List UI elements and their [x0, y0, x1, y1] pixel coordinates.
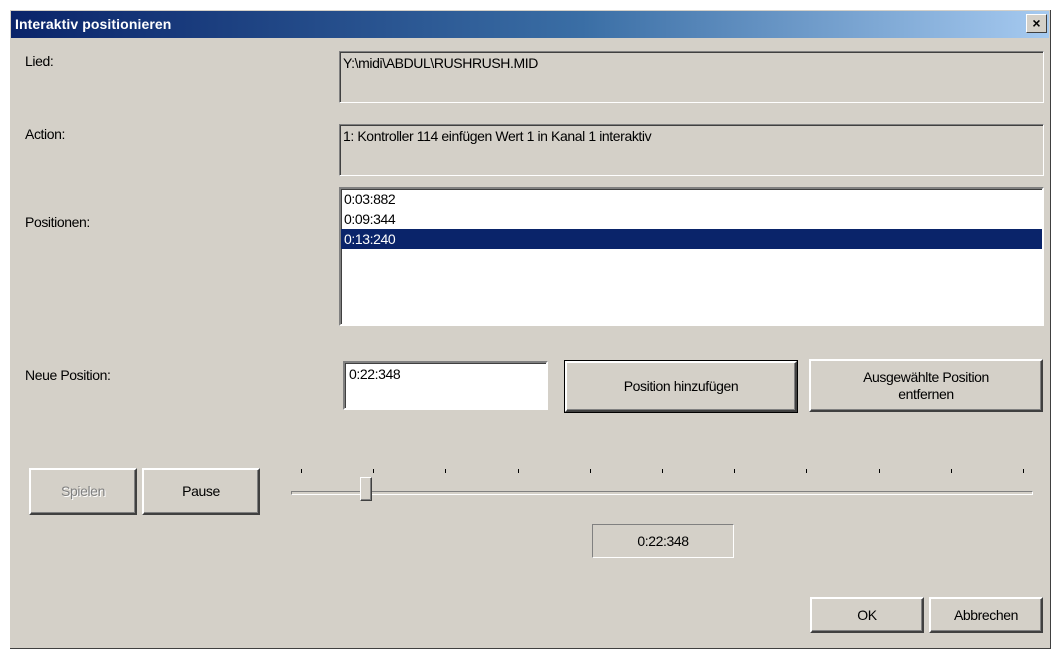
positions-label: Positionen: [25, 214, 90, 230]
window-title: Interaktiv positionieren [15, 16, 172, 32]
ok-button[interactable]: OK [810, 597, 924, 633]
add-position-button[interactable]: Position hinzufügen [564, 360, 798, 413]
slider-thumb[interactable] [359, 477, 372, 501]
cancel-button[interactable]: Abbrechen [929, 597, 1043, 633]
action-value: 1: Kontroller 114 einfügen Wert 1 in Kan… [343, 128, 652, 144]
add-position-label: Position hinzufügen [623, 378, 739, 394]
slider-tick [589, 469, 591, 473]
new-position-value: 0:22:348 [349, 366, 401, 382]
close-button[interactable]: × [1026, 14, 1047, 33]
slider-tick [806, 469, 808, 473]
time-display-value: 0:22:348 [637, 533, 689, 549]
position-slider[interactable] [291, 469, 1033, 503]
remove-position-label: Ausgewählte Position entfernen [863, 368, 989, 402]
close-icon: × [1032, 15, 1041, 31]
time-display: 0:22:348 [592, 524, 734, 558]
slider-tick [878, 469, 880, 473]
remove-position-button[interactable]: Ausgewählte Position entfernen [809, 359, 1043, 412]
slider-track [291, 491, 1033, 495]
pause-label: Pause [182, 483, 220, 499]
list-item[interactable]: 0:09:344 [341, 209, 1042, 229]
positions-listbox[interactable]: 0:03:882 0:09:344 0:13:240 [339, 187, 1044, 326]
action-field: 1: Kontroller 114 einfügen Wert 1 in Kan… [339, 124, 1044, 176]
cancel-label: Abbrechen [953, 606, 1019, 623]
slider-tick [301, 469, 302, 473]
dialog-window: Interaktiv positionieren × Lied: Y:\midi… [9, 9, 1051, 649]
slider-tick [950, 469, 952, 473]
song-field: Y:\midi\ABDUL\RUSHRUSH.MID [339, 51, 1044, 103]
title-bar[interactable]: Interaktiv positionieren × [11, 11, 1049, 38]
action-label: Action: [25, 126, 65, 142]
slider-tick [734, 469, 736, 473]
list-item[interactable]: 0:13:240 [341, 229, 1042, 249]
slider-tick [517, 469, 519, 473]
play-button[interactable]: Spielen [29, 468, 137, 515]
list-item[interactable]: 0:03:882 [341, 189, 1042, 209]
play-label: Spielen [61, 483, 105, 499]
new-position-label: Neue Position: [25, 367, 111, 383]
pause-button[interactable]: Pause [142, 468, 260, 515]
slider-tick [445, 469, 447, 473]
song-label: Lied: [25, 53, 54, 69]
song-value: Y:\midi\ABDUL\RUSHRUSH.MID [343, 55, 538, 71]
slider-tick [373, 469, 375, 473]
slider-tick [1023, 469, 1024, 473]
slider-tick [662, 469, 663, 473]
new-position-input[interactable]: 0:22:348 [343, 361, 548, 410]
ok-label: OK [857, 606, 877, 623]
